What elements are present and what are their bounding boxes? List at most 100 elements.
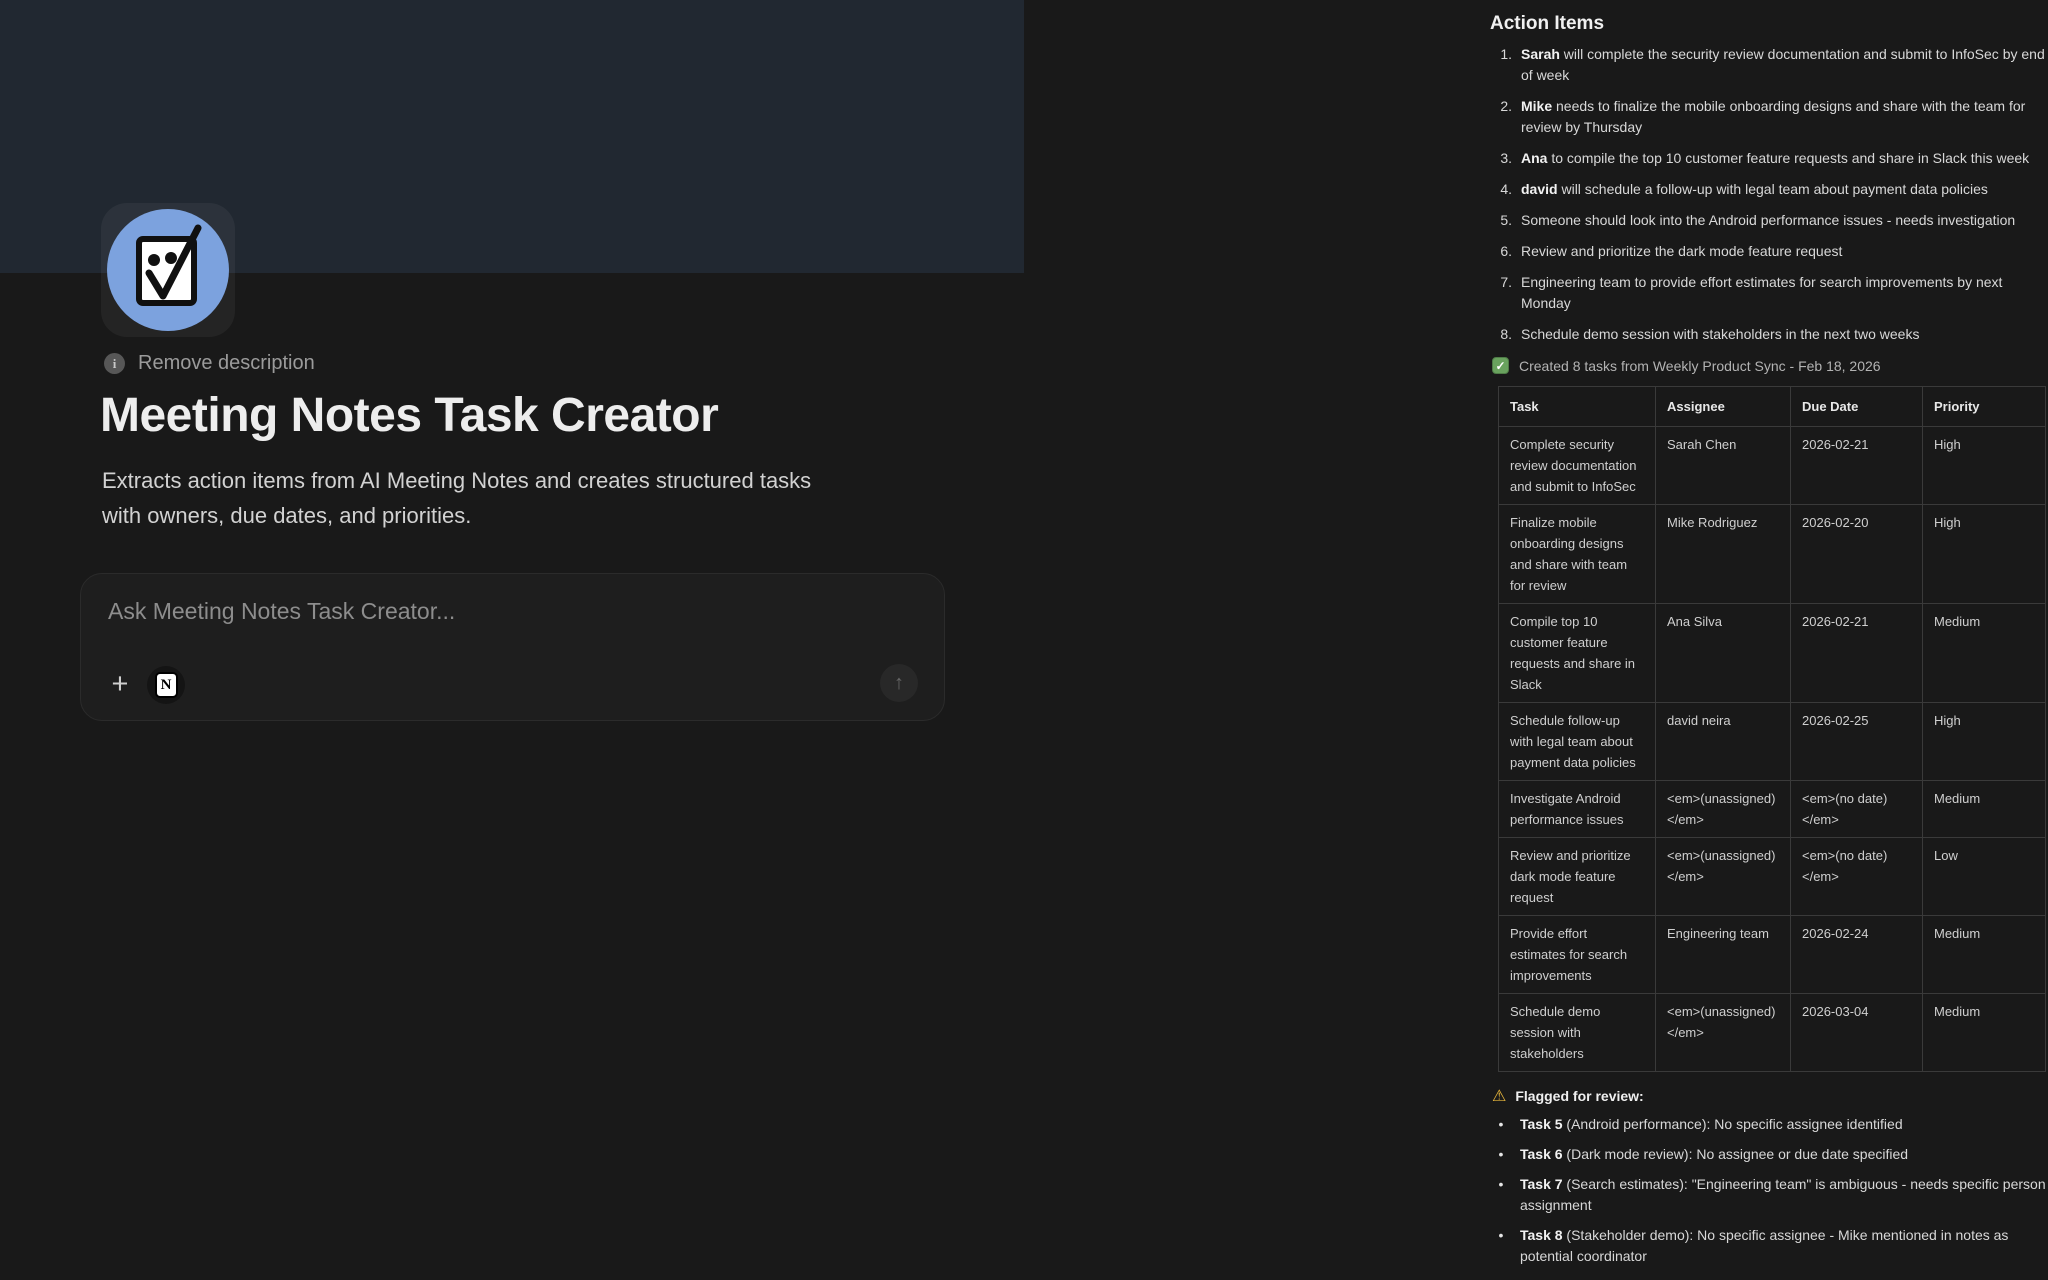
flagged-item-text: Task 7 (Search estimates): "Engineering … — [1520, 1174, 2046, 1216]
item-text: Review and prioritize the dark mode feat… — [1521, 241, 1842, 262]
action-item: 5. Someone should look into the Android p… — [1490, 210, 2046, 231]
item-number: 5. — [1490, 210, 1512, 231]
table-cell: Compile top 10 customer feature requests… — [1499, 604, 1656, 703]
item-number: 6. — [1490, 241, 1512, 262]
table-cell: Finalize mobile onboarding designs and s… — [1499, 505, 1656, 604]
table-cell: 2026-03-04 — [1791, 994, 1923, 1072]
status-line: ✓ Created 8 tasks from Weekly Product Sy… — [1492, 357, 2046, 374]
tasks-table-head-row: TaskAssigneeDue DatePriority — [1499, 387, 2046, 427]
plus-icon: + — [112, 668, 129, 701]
flagged-heading-label: Flagged for review: — [1515, 1088, 1643, 1104]
action-item: 4. david will schedule a follow-up with l… — [1490, 179, 2046, 200]
table-cell: Schedule demo session with stakeholders — [1499, 994, 1656, 1072]
notion-icon: N — [155, 672, 178, 698]
table-cell: <em>(no date)</em> — [1791, 838, 1923, 916]
table-cell: <em>(unassigned)</em> — [1656, 781, 1791, 838]
table-cell: david neira — [1656, 703, 1791, 781]
table-cell: Mike Rodriguez — [1656, 505, 1791, 604]
item-text: Ana to compile the top 10 customer featu… — [1521, 148, 2029, 169]
table-cell: Ana Silva — [1656, 604, 1791, 703]
notion-source-button[interactable]: N — [147, 666, 185, 704]
flagged-item: • Task 6 (Dark mode review): No assignee … — [1490, 1144, 2046, 1165]
table-cell: Engineering team — [1656, 916, 1791, 994]
flagged-item: •Task 7 (Search estimates): "Engineering… — [1490, 1174, 2046, 1216]
table-cell: Low — [1923, 838, 2046, 916]
flagged-heading: ⚠ Flagged for review: — [1492, 1086, 2046, 1106]
composer[interactable]: Ask Meeting Notes Task Creator... + N ↑ — [80, 573, 945, 721]
send-button[interactable]: ↑ — [880, 664, 918, 702]
green-check-icon: ✓ — [1492, 357, 1509, 374]
table-cell: High — [1923, 427, 2046, 505]
table-cell: High — [1923, 703, 2046, 781]
table-cell: <em>(no date)</em> — [1791, 781, 1923, 838]
action-item: 1.Sarah will complete the security revie… — [1490, 44, 2046, 86]
table-row: Schedule follow-up with legal team about… — [1499, 703, 2046, 781]
table-cell: Medium — [1923, 604, 2046, 703]
table-row: Investigate Android performance issues<e… — [1499, 781, 2046, 838]
table-row: Schedule demo session with stakeholders<… — [1499, 994, 2046, 1072]
attach-button[interactable]: + — [104, 668, 136, 700]
action-item: 8. Schedule demo session with stakeholder… — [1490, 324, 2046, 345]
description-line: Extracts action items from AI Meeting No… — [102, 463, 922, 498]
table-cell: Investigate Android performance issues — [1499, 781, 1656, 838]
table-cell: 2026-02-20 — [1791, 505, 1923, 604]
flagged-item-text: Task 6 (Dark mode review): No assignee o… — [1520, 1144, 1908, 1165]
info-icon: i — [104, 353, 125, 374]
column-header: Assignee — [1656, 387, 1791, 427]
action-item: 2.Mike needs to finalize the mobile onbo… — [1490, 96, 2046, 138]
table-cell: 2026-02-21 — [1791, 604, 1923, 703]
bullet-icon: • — [1490, 1225, 1512, 1267]
action-items-list: 1.Sarah will complete the security revie… — [1490, 44, 2046, 345]
action-item: 6. Review and prioritize the dark mode fe… — [1490, 241, 2046, 262]
item-number: 1. — [1490, 44, 1512, 86]
item-number: 4. — [1490, 179, 1512, 200]
table-cell: Provide effort estimates for search impr… — [1499, 916, 1656, 994]
item-number: 8. — [1490, 324, 1512, 345]
flagged-item-text: Task 8 (Stakeholder demo): No specific a… — [1520, 1225, 2046, 1267]
page-icon-button[interactable] — [101, 203, 235, 337]
tasks-table-body: Complete security review documentation a… — [1499, 427, 2046, 1072]
action-item: 3. Ana to compile the top 10 customer fea… — [1490, 148, 2046, 169]
item-text: Schedule demo session with stakeholders … — [1521, 324, 1919, 345]
item-text: david will schedule a follow-up with leg… — [1521, 179, 1988, 200]
table-cell: Schedule follow-up with legal team about… — [1499, 703, 1656, 781]
bullet-icon: • — [1490, 1144, 1512, 1165]
table-cell: Sarah Chen — [1656, 427, 1791, 505]
item-number: 2. — [1490, 96, 1512, 138]
action-item: 7.Engineering team to provide effort est… — [1490, 272, 2046, 314]
flagged-item-text: Task 5 (Android performance): No specifi… — [1520, 1114, 1903, 1135]
remove-description-label: Remove description — [138, 352, 315, 375]
item-text: Sarah will complete the security review … — [1521, 44, 2046, 86]
page-title[interactable]: Meeting Notes Task Creator — [100, 388, 718, 443]
table-cell: 2026-02-21 — [1791, 427, 1923, 505]
warning-icon: ⚠ — [1492, 1086, 1506, 1106]
remove-description-button[interactable]: i Remove description — [104, 352, 315, 375]
table-row: Compile top 10 customer feature requests… — [1499, 604, 2046, 703]
item-text: Mike needs to finalize the mobile onboar… — [1521, 96, 2046, 138]
tasks-table: TaskAssigneeDue DatePriority Complete se… — [1498, 386, 2046, 1072]
flagged-item: • Task 5 (Android performance): No specif… — [1490, 1114, 2046, 1135]
checklist-check-icon — [105, 207, 231, 333]
table-cell: Medium — [1923, 994, 2046, 1072]
table-row: Complete security review documentation a… — [1499, 427, 2046, 505]
action-items-heading: Action Items — [1490, 12, 2046, 36]
status-text: Created 8 tasks from Weekly Product Sync… — [1519, 358, 1881, 374]
table-cell: <em>(unassigned)</em> — [1656, 994, 1791, 1072]
table-cell: Medium — [1923, 916, 2046, 994]
table-cell: <em>(unassigned)</em> — [1656, 838, 1791, 916]
table-cell: Medium — [1923, 781, 2046, 838]
item-text: Engineering team to provide effort estim… — [1521, 272, 2046, 314]
bullet-icon: • — [1490, 1174, 1512, 1216]
column-header: Due Date — [1791, 387, 1923, 427]
item-text: Someone should look into the Android per… — [1521, 210, 2015, 231]
ask-input[interactable]: Ask Meeting Notes Task Creator... — [108, 598, 455, 625]
table-cell: 2026-02-25 — [1791, 703, 1923, 781]
item-number: 3. — [1490, 148, 1512, 169]
bullet-icon: • — [1490, 1114, 1512, 1135]
flagged-item: •Task 8 (Stakeholder demo): No specific … — [1490, 1225, 2046, 1267]
item-number: 7. — [1490, 272, 1512, 314]
table-cell: Review and prioritize dark mode feature … — [1499, 838, 1656, 916]
flagged-list: • Task 5 (Android performance): No specif… — [1490, 1114, 2046, 1267]
table-cell: High — [1923, 505, 2046, 604]
page-description[interactable]: Extracts action items from AI Meeting No… — [102, 463, 922, 533]
